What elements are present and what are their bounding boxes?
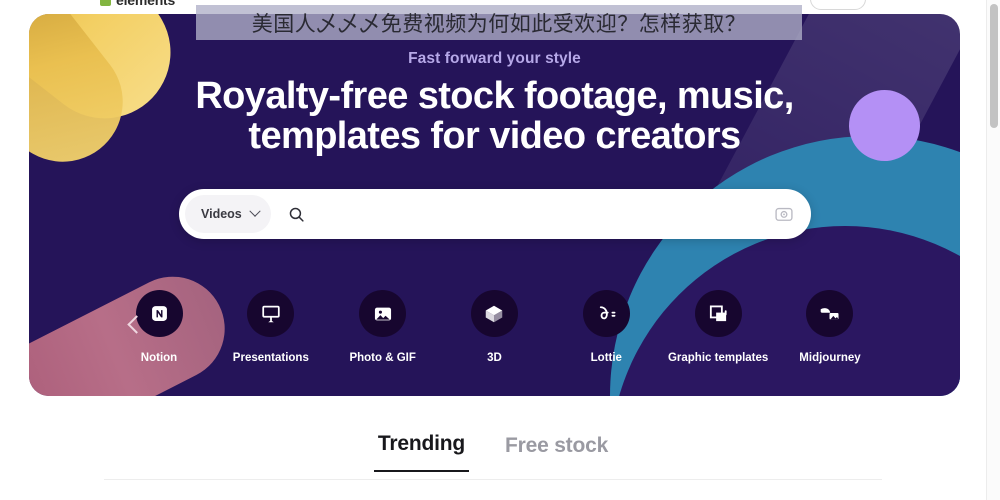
search-type-dropdown[interactable]: Videos	[185, 195, 271, 233]
search-type-label: Videos	[201, 207, 242, 221]
category-label: Lottie	[590, 352, 622, 364]
chevron-left-icon[interactable]	[121, 312, 145, 336]
hero-banner: Fast forward your style Royalty-free sto…	[29, 14, 960, 396]
category-label: Graphic templates	[667, 352, 769, 364]
search-icon[interactable]	[288, 206, 305, 223]
graphic-templates-icon	[694, 290, 742, 337]
category-item-lottie[interactable]: Lottie	[552, 290, 660, 364]
tab-free-stock[interactable]: Free stock	[501, 434, 612, 472]
category-item-presentations[interactable]: Presentations	[217, 290, 325, 364]
tab-trending[interactable]: Trending	[374, 432, 469, 472]
content-tabs: Trending Free stock	[0, 432, 986, 472]
headline-line-1: Royalty-free stock footage, music,	[195, 75, 794, 117]
category-label: Presentations	[232, 352, 309, 364]
search-input[interactable]	[304, 194, 773, 234]
category-item-3d[interactable]: 3D	[440, 290, 548, 364]
brand-label: elements	[116, 0, 176, 8]
presentation-screen-icon	[247, 290, 295, 337]
page-root: elements Fast forward your style Royalty…	[0, 0, 1000, 500]
category-label: Notion	[140, 352, 178, 364]
category-item-photo-gif[interactable]: Photo & GIF	[329, 290, 437, 364]
midjourney-sail-icon	[806, 290, 854, 337]
vertical-scrollbar[interactable]	[986, 0, 1000, 500]
visual-search-camera-icon[interactable]	[773, 203, 795, 225]
overlay-banner-text: 美国人乄乄乄免费视频为何如此受欢迎？怎样获取？	[251, 11, 747, 36]
category-item-graphic-templates[interactable]: Graphic templates	[664, 290, 772, 364]
cube-3d-icon	[470, 290, 518, 337]
brand-logo[interactable]: elements	[100, 0, 175, 8]
image-photo-icon	[359, 290, 407, 337]
page-title: Royalty-free stock footage, music, templ…	[29, 76, 960, 156]
scrollbar-thumb[interactable]	[990, 4, 998, 128]
overlay-banner: 美国人乄乄乄免费视频为何如此受欢迎？怎样获取？	[196, 5, 802, 40]
chevron-down-icon	[249, 205, 261, 217]
headline-line-2: templates for video creators	[248, 115, 741, 157]
header-action-button[interactable]	[810, 0, 866, 10]
lottie-animation-icon	[582, 290, 630, 337]
tabs-divider	[104, 479, 882, 480]
hero-eyebrow: Fast forward your style	[408, 50, 581, 67]
category-label: Midjourney	[799, 352, 861, 364]
category-item-midjourney[interactable]: Midjourney	[776, 290, 884, 364]
category-label: Photo & GIF	[349, 352, 416, 364]
elements-logo-icon	[100, 0, 111, 6]
category-carousel: Notion Presentations Photo & GIF 3D Lott…	[105, 290, 884, 382]
category-label: 3D	[487, 352, 502, 364]
search-bar: Videos	[179, 189, 811, 239]
